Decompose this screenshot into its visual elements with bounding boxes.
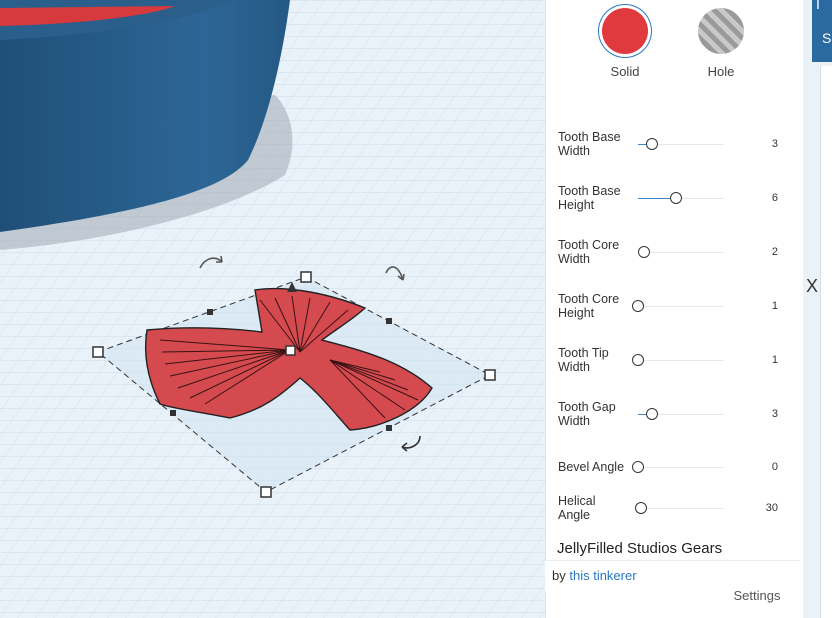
parameter-row: Tooth Core Height 1 <box>558 292 788 332</box>
edge-text-mid: X <box>806 276 819 296</box>
slider-thumb[interactable] <box>638 246 651 258</box>
parameter-row: Tooth Core Width 2 <box>558 238 788 278</box>
parameter-label: Tooth Base Height <box>558 184 621 212</box>
parameter-value: 2 <box>771 246 778 258</box>
parameter-slider[interactable] <box>638 246 724 258</box>
parameter-row: Tooth Base Width 3 <box>558 130 788 170</box>
slider-thumb[interactable] <box>632 354 644 366</box>
parameter-value: 3 <box>771 408 778 420</box>
parameter-label: Helical Angle <box>558 494 596 522</box>
solid-label: Solid <box>610 64 640 79</box>
edge-text-second: S <box>822 30 832 46</box>
shape-inspector-panel: Solid Hole Tooth Base Width 3 Tooth Base H… <box>545 0 803 618</box>
hole-swatch-icon[interactable] <box>698 8 744 54</box>
solid-swatch-icon[interactable] <box>602 8 648 54</box>
parameter-slider[interactable] <box>634 502 724 514</box>
hole-label: Hole <box>707 64 735 79</box>
author-bar: by this tinkerer <box>545 560 800 591</box>
corner-handle-left[interactable] <box>92 346 104 358</box>
parameter-slider[interactable] <box>632 354 724 366</box>
author-prefix: by <box>552 568 566 583</box>
parameter-label: Bevel Angle <box>558 460 625 474</box>
corner-handle-bottom[interactable] <box>260 486 272 498</box>
parameter-row: Tooth Gap Width 3 <box>558 400 788 440</box>
parameter-row: Tooth Base Height 6 <box>558 184 788 224</box>
parameter-slider[interactable] <box>638 138 724 150</box>
right-edge-toolbar: I S <box>812 0 832 62</box>
parameter-label: Tooth Base Width <box>558 130 621 158</box>
parameter-value: 3 <box>771 138 778 150</box>
settings-button[interactable]: Settings <box>714 588 800 608</box>
parameter-slider[interactable] <box>638 408 724 420</box>
parameter-value: 0 <box>771 461 778 473</box>
parameter-slider[interactable] <box>632 300 724 312</box>
solid-button[interactable]: Solid <box>585 0 665 79</box>
parameter-value: 6 <box>771 192 778 204</box>
parameter-label: Tooth Core Width <box>558 238 620 266</box>
parameter-row: Helical Angle 30 <box>558 494 788 534</box>
corner-handle-top[interactable] <box>300 271 312 283</box>
right-edge-panel <box>820 66 832 618</box>
parameter-value: 30 <box>765 502 778 514</box>
edge-text-top: I <box>816 0 820 12</box>
parameter-value: 1 <box>771 354 778 366</box>
parameter-label: Tooth Core Height <box>558 292 620 320</box>
center-handle[interactable] <box>285 345 296 356</box>
plugin-name: JellyFilled Studios Gears <box>557 540 723 557</box>
slider-thumb[interactable] <box>632 300 644 312</box>
slider-thumb[interactable] <box>669 192 682 204</box>
hole-button[interactable]: Hole <box>681 0 761 79</box>
slider-thumb[interactable] <box>632 461 644 473</box>
parameter-row: Tooth Tip Width 1 <box>558 346 788 386</box>
parameter-row: Bevel Angle 0 <box>558 454 788 494</box>
author-link[interactable]: this tinkerer <box>569 568 636 583</box>
parameter-slider[interactable] <box>638 192 724 204</box>
slider-thumb[interactable] <box>634 502 647 514</box>
slider-thumb[interactable] <box>645 408 658 420</box>
corner-handle-right[interactable] <box>484 369 496 381</box>
parameter-label: Tooth Tip Width <box>558 346 609 374</box>
slider-thumb[interactable] <box>645 138 658 150</box>
parameter-label: Tooth Gap Width <box>558 400 616 428</box>
parameter-value: 1 <box>771 300 778 312</box>
parameter-slider[interactable] <box>632 461 724 473</box>
